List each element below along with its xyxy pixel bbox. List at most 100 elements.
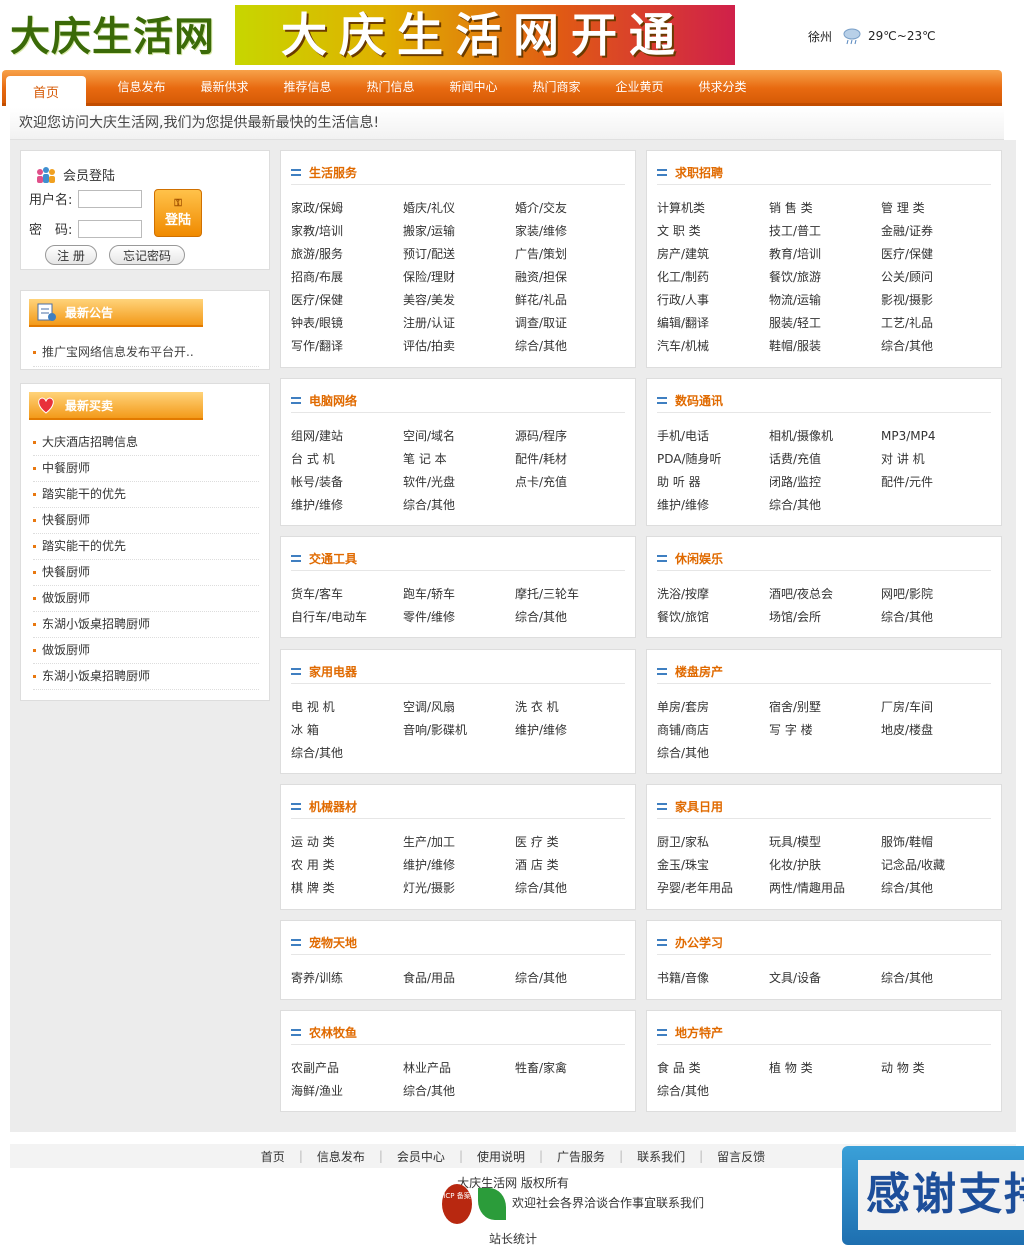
category-link[interactable]: 软件/光盘 [403,471,515,494]
category-link[interactable]: 话费/充值 [769,448,881,471]
category-link[interactable]: 行政/人事 [657,289,769,312]
category-link[interactable]: 综合/其他 [291,742,403,765]
category-link[interactable]: 记念品/收藏 [881,854,993,877]
category-link[interactable]: 医 疗 类 [515,831,627,854]
username-input[interactable] [78,189,143,208]
nav-item[interactable]: 热门商家 [515,70,598,103]
category-link[interactable]: 电 视 机 [291,696,403,719]
footer-link[interactable]: 会员中心 [397,1148,445,1165]
category-link[interactable]: 综合/其他 [657,742,769,765]
category-link[interactable]: 写 字 楼 [769,719,881,742]
category-link[interactable]: 化工/制药 [657,266,769,289]
category-link[interactable]: 家教/培训 [291,220,403,243]
trade-item[interactable]: 快餐厨师 [33,508,259,534]
top-banner[interactable]: 大庆生活网开通 [235,5,735,65]
icp-badge-icon[interactable]: ICP 备案 [442,1184,472,1224]
category-link[interactable]: 工艺/礼品 [881,312,993,335]
category-link[interactable]: 化妆/护肤 [769,854,881,877]
category-link[interactable]: 海鲜/渔业 [291,1080,403,1103]
category-link[interactable]: 动 物 类 [881,1057,993,1080]
thanks-badge[interactable]: 感谢支持 [842,1146,1024,1245]
category-link[interactable]: 文具/设备 [769,967,881,990]
category-link[interactable]: 家政/保姆 [291,197,403,220]
category-title-link[interactable]: 生活服务 [309,164,357,181]
category-title-link[interactable]: 农林牧鱼 [309,1024,357,1041]
category-link[interactable]: 家装/维修 [515,220,627,243]
category-title-link[interactable]: 家具日用 [675,798,723,815]
category-link[interactable]: 钟表/眼镜 [291,312,403,335]
category-link[interactable]: 公关/顾问 [881,266,993,289]
footer-link[interactable]: 留言反馈 [717,1148,765,1165]
category-link[interactable]: 编辑/翻译 [657,312,769,335]
register-button[interactable]: 注 册 [45,245,97,265]
category-link[interactable]: 销 售 类 [769,197,881,220]
category-link[interactable]: 洗 衣 机 [515,696,627,719]
footer-link[interactable]: 首页 [261,1148,285,1165]
category-title-link[interactable]: 机械器材 [309,798,357,815]
category-link[interactable]: 笔 记 本 [403,448,515,471]
trade-item[interactable]: 大庆酒店招聘信息 [33,430,259,456]
category-link[interactable]: 厂房/车间 [881,696,993,719]
category-link[interactable]: 空间/域名 [403,425,515,448]
category-link[interactable]: 综合/其他 [769,494,881,517]
category-link[interactable]: 点卡/充值 [515,471,627,494]
category-link[interactable]: 汽车/机械 [657,335,769,358]
category-link[interactable]: 广告/策划 [515,243,627,266]
category-link[interactable]: 两性/情趣用品 [769,877,881,900]
category-link[interactable]: 预订/配送 [403,243,515,266]
category-link[interactable]: 助 听 器 [657,471,769,494]
category-link[interactable]: 旅游/服务 [291,243,403,266]
category-title-link[interactable]: 地方特产 [675,1024,723,1041]
category-link[interactable]: 综合/其他 [881,335,993,358]
category-link[interactable]: 婚介/交友 [515,197,627,220]
category-link[interactable]: 酒 店 类 [515,854,627,877]
category-link[interactable]: 跑车/轿车 [403,583,515,606]
category-link[interactable]: 医疗/保健 [881,243,993,266]
category-link[interactable]: 单房/套房 [657,696,769,719]
category-link[interactable]: 厨卫/家私 [657,831,769,854]
category-link[interactable]: 场馆/会所 [769,606,881,629]
password-input[interactable] [78,219,143,238]
category-link[interactable]: 维护/维修 [657,494,769,517]
category-title-link[interactable]: 楼盘房产 [675,663,723,680]
category-link[interactable]: MP3/MP4 [881,425,993,448]
category-link[interactable]: 美容/美发 [403,289,515,312]
category-title-link[interactable]: 家用电器 [309,663,357,680]
category-link[interactable]: 地皮/楼盘 [881,719,993,742]
login-button[interactable]: ⚿ 登陆 [154,189,202,237]
category-title-link[interactable]: 休闲娱乐 [675,550,723,567]
category-link[interactable]: 维护/维修 [515,719,627,742]
category-link[interactable]: 孕婴/老年用品 [657,877,769,900]
trade-item[interactable]: 做饭厨师 [33,638,259,664]
forgot-password-button[interactable]: 忘记密码 [109,245,185,265]
category-link[interactable]: 物流/运输 [769,289,881,312]
category-link[interactable]: 寄养/训练 [291,967,403,990]
category-link[interactable]: 牲畜/家禽 [515,1057,627,1080]
category-link[interactable]: 维护/维修 [403,854,515,877]
nav-item[interactable]: 热门信息 [349,70,432,103]
trade-item[interactable]: 做饭厨师 [33,586,259,612]
category-link[interactable]: 手机/电话 [657,425,769,448]
category-link[interactable]: 农副产品 [291,1057,403,1080]
category-link[interactable]: 林业产品 [403,1057,515,1080]
category-link[interactable]: 鲜花/礼品 [515,289,627,312]
footer-link[interactable]: 广告服务 [557,1148,605,1165]
category-link[interactable]: 餐饮/旅游 [769,266,881,289]
category-link[interactable]: 农 用 类 [291,854,403,877]
category-link[interactable]: 保险/理财 [403,266,515,289]
category-link[interactable]: 洗浴/按摩 [657,583,769,606]
footer-link[interactable]: 联系我们 [637,1148,685,1165]
category-link[interactable]: 书籍/音像 [657,967,769,990]
category-link[interactable]: 影视/摄影 [881,289,993,312]
category-title-link[interactable]: 数码通讯 [675,392,723,409]
category-link[interactable]: 相机/摄像机 [769,425,881,448]
category-link[interactable]: 综合/其他 [881,967,993,990]
category-link[interactable]: 食 品 类 [657,1057,769,1080]
trade-item[interactable]: 中餐厨师 [33,456,259,482]
category-link[interactable]: 食品/用品 [403,967,515,990]
category-link[interactable]: 技工/普工 [769,220,881,243]
category-link[interactable]: 棋 牌 类 [291,877,403,900]
leaf-badge-icon[interactable] [478,1188,506,1220]
trade-item[interactable]: 东湖小饭桌招聘厨师 [33,612,259,638]
category-link[interactable]: 服装/轻工 [769,312,881,335]
